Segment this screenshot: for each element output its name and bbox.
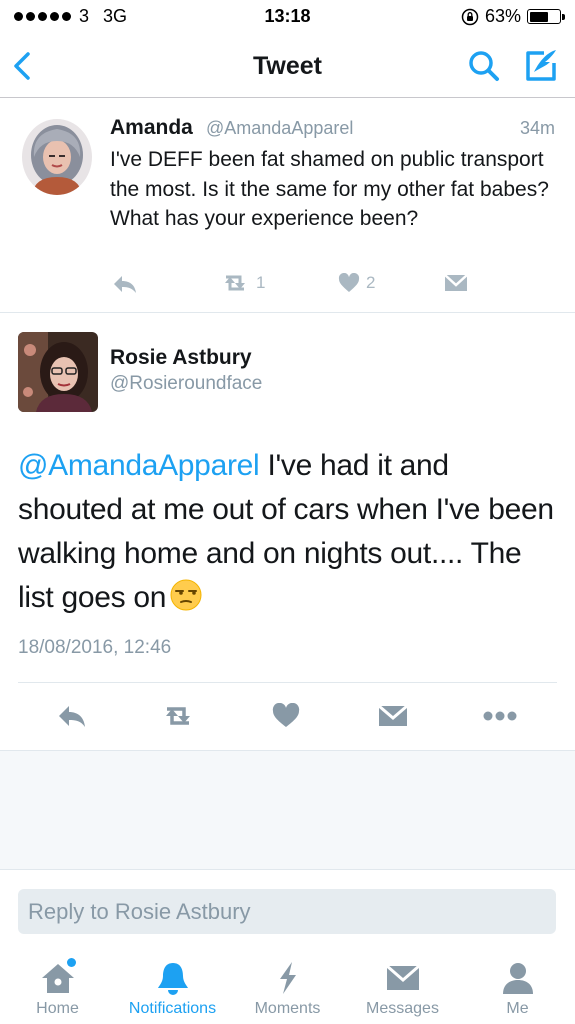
search-button[interactable]	[464, 46, 504, 86]
battery-percent: 63%	[484, 6, 521, 26]
retweet-count: 1	[256, 273, 266, 292]
tweet-text: I've DEFF been fat shamed on public tran…	[110, 148, 549, 230]
avatar-image	[18, 332, 98, 412]
compose-icon	[526, 50, 556, 81]
reply-icon	[114, 276, 136, 293]
reply-button[interactable]	[52, 700, 92, 732]
lightning-icon-wrap	[268, 960, 308, 996]
tweet-actions: 1 2	[110, 273, 530, 297]
reply-bar	[0, 871, 575, 944]
home-notification-dot	[66, 958, 76, 967]
parent-tweet[interactable]: Amanda @AmandaApparel 34m I've DEFF been…	[0, 99, 575, 313]
more-options-button[interactable]	[480, 700, 520, 732]
like-count: 2	[366, 273, 376, 292]
compose-button[interactable]	[518, 44, 562, 88]
main-tweet: Rosie Astbury @Rosieroundface @AmandaApp…	[0, 314, 575, 750]
like-button[interactable]: 2	[338, 273, 375, 293]
bell-icon	[157, 963, 188, 995]
avatar[interactable]	[22, 119, 92, 195]
person-icon	[502, 963, 533, 994]
retweet-icon	[166, 707, 190, 725]
author-name[interactable]: Rosie Astbury	[110, 346, 252, 370]
home-icon-wrap	[38, 958, 78, 996]
battery-icon	[527, 9, 565, 24]
battery-info: 63%	[461, 6, 565, 27]
search-icon	[469, 51, 499, 81]
retweet-icon	[225, 275, 245, 291]
avatar[interactable]	[18, 332, 98, 412]
nav-bar: Tweet	[0, 34, 575, 98]
more-dots-icon	[483, 711, 517, 721]
divider	[18, 682, 557, 683]
heart-icon	[338, 273, 360, 292]
tab-label: Me	[506, 1000, 529, 1017]
retweet-button[interactable]	[158, 700, 198, 732]
message-button[interactable]	[373, 700, 413, 732]
back-button[interactable]	[6, 44, 46, 88]
envelope-icon	[444, 274, 468, 291]
unamused-face-icon	[170, 579, 202, 611]
reply-icon	[59, 706, 85, 727]
envelope-icon	[378, 704, 408, 726]
author-name[interactable]: Amanda	[110, 116, 193, 140]
tab-bar: Home Notifications Moments Messages Me	[0, 944, 575, 1024]
avatar-image	[22, 119, 92, 195]
battery-fill	[529, 11, 548, 22]
chevron-left-icon	[14, 52, 30, 80]
tab-moments[interactable]: Moments	[230, 944, 345, 1024]
tweet-actions	[0, 696, 575, 736]
reply-input[interactable]	[18, 889, 556, 934]
orientation-lock-icon	[461, 8, 479, 25]
tab-messages[interactable]: Messages	[345, 944, 460, 1024]
reply-button[interactable]	[112, 273, 138, 295]
tab-label: Home	[36, 1000, 79, 1017]
lightning-icon	[279, 962, 296, 994]
message-button[interactable]	[444, 273, 468, 293]
status-bar: 3 3G 13:18 63%	[0, 0, 575, 34]
author-handle[interactable]: @AmandaApparel	[206, 118, 353, 139]
envelope-icon-wrap	[383, 960, 423, 996]
tab-home[interactable]: Home	[0, 944, 115, 1024]
tab-label: Moments	[254, 1000, 321, 1017]
tweet-date: 18/08/2016, 12:46	[18, 637, 172, 658]
heart-icon	[272, 703, 300, 727]
mention-link[interactable]: @AmandaApparel	[18, 449, 260, 482]
tab-label: Messages	[366, 1000, 439, 1017]
envelope-icon	[385, 964, 420, 990]
tab-label: Notifications	[128, 1000, 217, 1017]
tweet-text: @AmandaApparel I've had it and shouted a…	[18, 444, 558, 620]
person-icon-wrap	[498, 960, 538, 996]
retweet-button[interactable]: 1	[220, 273, 265, 293]
bell-icon-wrap	[153, 960, 193, 996]
tab-notifications[interactable]: Notifications	[115, 944, 230, 1024]
tweet-timestamp: 34m	[519, 118, 555, 138]
tab-me[interactable]: Me	[460, 944, 575, 1024]
empty-replies-area	[0, 750, 575, 870]
like-button[interactable]	[266, 700, 306, 732]
author-handle[interactable]: @Rosieroundface	[110, 373, 262, 395]
